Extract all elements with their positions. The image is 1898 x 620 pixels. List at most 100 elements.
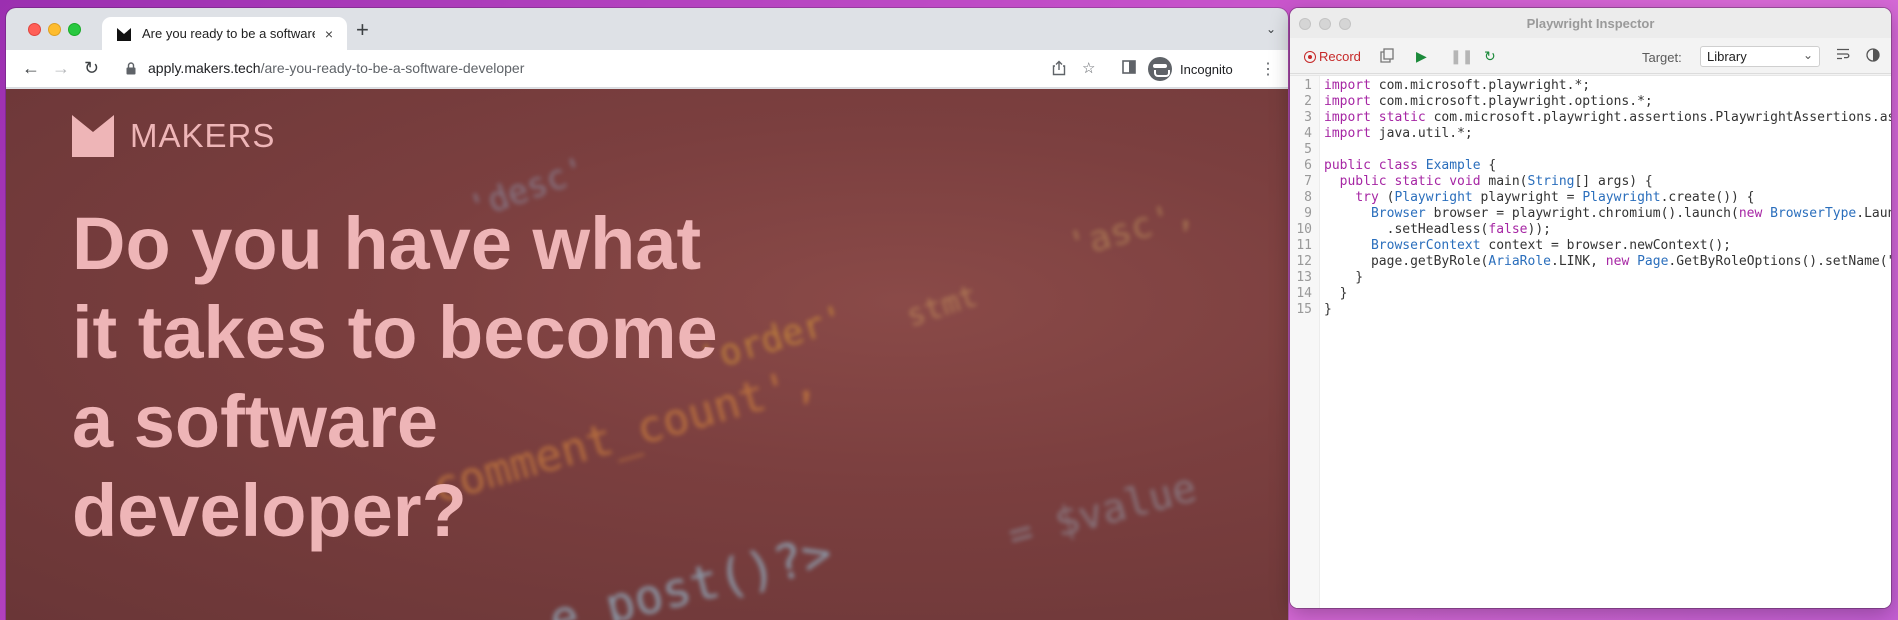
code-token: new [1605, 254, 1638, 269]
tab-strip: Are you ready to be a software developer… [6, 8, 1288, 50]
code-token: java.util.*; [1378, 126, 1473, 141]
code-token: try [1355, 190, 1387, 205]
line-number: 15 [1296, 302, 1312, 317]
code-token: com.microsoft.playwright.assertions.Play… [1433, 110, 1891, 125]
code-token: com.microsoft.playwright.*; [1378, 78, 1591, 93]
code-token: import static [1324, 110, 1434, 125]
step-over-icon[interactable]: ↻ [1484, 48, 1496, 64]
code-line: 5 [1290, 142, 1891, 158]
tab-close-icon[interactable]: × [321, 26, 337, 42]
browser-toolbar: ← → ↻ apply.makers.tech/are-you-ready-to… [6, 50, 1288, 88]
target-select[interactable]: Library ⌄ [1700, 46, 1820, 67]
generated-code: 1 import com.microsoft.playwright.*; 2 impo… [1290, 78, 1891, 318]
code-token: Example [1425, 158, 1481, 173]
chevron-down-icon: ⌄ [1802, 48, 1813, 62]
background-code-text: stmt [902, 278, 982, 335]
makers-logo-icon [72, 115, 114, 157]
resume-play-icon[interactable]: ▶ [1416, 48, 1427, 64]
tab-active[interactable]: Are you ready to be a software developer… [102, 17, 347, 50]
url-path: /are-you-ready-to-be-a-software-develope… [260, 60, 525, 76]
new-tab-button[interactable]: + [356, 19, 369, 41]
code-token: BrowserContext [1370, 238, 1481, 253]
code-line: 9 Browser browser = playwright.chromium(… [1290, 206, 1891, 222]
code-token: .setHeadless( [1324, 222, 1489, 237]
maximize-window-button[interactable] [68, 23, 81, 36]
reload-icon[interactable]: ↻ [84, 57, 99, 79]
chevron-down-icon[interactable]: ⌄ [1266, 22, 1276, 36]
inspector-toolbar: Record ▶ ❚❚ ↻ Target: Library ⌄ [1290, 38, 1891, 74]
line-number: 3 [1304, 110, 1312, 125]
background-code-text: 'asc', [1062, 191, 1200, 268]
line-number: 13 [1296, 270, 1312, 285]
code-token: { [1480, 158, 1497, 173]
line-number: 6 [1304, 158, 1312, 173]
code-token: String [1527, 174, 1575, 189]
line-number: 10 [1296, 222, 1312, 237]
incognito-indicator[interactable]: Incognito [1148, 56, 1233, 82]
code-token: } [1324, 286, 1348, 301]
target-label: Target: [1642, 50, 1682, 65]
code-line: 4 import java.util.*; [1290, 126, 1891, 142]
code-token: .create()) { [1660, 190, 1755, 205]
target-select-value: Library [1707, 49, 1747, 64]
code-token: context = browser.newContext(); [1480, 238, 1731, 253]
code-line: 3 import static com.microsoft.playwright.… [1290, 110, 1891, 126]
line-number: 5 [1304, 142, 1312, 157]
code-token: page.getByRole( [1324, 254, 1489, 269]
code-token: Page [1637, 254, 1669, 269]
line-number: 11 [1296, 238, 1312, 253]
line-number: 8 [1304, 190, 1312, 205]
record-button[interactable]: Record [1319, 49, 1361, 64]
code-line: 13 } [1290, 270, 1891, 286]
line-number: 9 [1304, 206, 1312, 221]
minimize-window-button[interactable] [48, 23, 61, 36]
code-line: 2 import com.microsoft.playwright.options… [1290, 94, 1891, 110]
code-token: import [1324, 126, 1379, 141]
lock-icon[interactable] [126, 62, 136, 75]
pause-icon[interactable]: ❚❚ [1450, 48, 1473, 64]
bookmark-star-icon[interactable]: ☆ [1082, 60, 1095, 78]
incognito-label: Incognito [1180, 61, 1233, 77]
code-token: false [1488, 222, 1528, 237]
code-token: import [1324, 94, 1379, 109]
code-line: 6 public class Example { [1290, 158, 1891, 174]
incognito-icon [1148, 57, 1172, 81]
makers-logo[interactable]: MAKERS [72, 115, 275, 157]
side-panel-icon[interactable] [1122, 60, 1136, 74]
code-line: 1 import com.microsoft.playwright.*; [1290, 78, 1891, 94]
code-token: Playwright [1582, 190, 1661, 205]
logo-text: MAKERS [130, 117, 276, 154]
browser-menu-icon[interactable]: ⋮ [1260, 59, 1276, 79]
code-token: Playwright [1394, 190, 1473, 205]
code-editor[interactable]: 1 import com.microsoft.playwright.*; 2 impo… [1290, 75, 1891, 608]
code-line: 8 try (Playwright playwright = Playwrigh… [1290, 190, 1891, 206]
code-token: [] args) { [1574, 174, 1653, 189]
code-line: 14 } [1290, 286, 1891, 302]
code-token: )); [1527, 222, 1551, 237]
code-line: 15} [1290, 302, 1891, 318]
code-token: Browser [1370, 206, 1426, 221]
page-content: comment_count', 'order' e_post()?> stmt … [6, 89, 1288, 620]
close-window-button[interactable] [28, 23, 41, 36]
playwright-inspector-window: Playwright Inspector Record ▶ ❚❚ ↻ Targe… [1290, 8, 1891, 608]
code-token: .GetByRoleOptions().setName("Cookie sett… [1668, 254, 1891, 269]
code-token: .LaunchOptions() [1856, 206, 1891, 221]
makers-favicon-icon [117, 27, 131, 41]
address-bar[interactable]: apply.makers.tech/are-you-ready-to-be-a-… [148, 60, 524, 76]
copy-icon[interactable] [1380, 48, 1394, 63]
inspector-titlebar: Playwright Inspector [1290, 8, 1891, 38]
line-number: 4 [1304, 126, 1312, 141]
code-line: 12 page.getByRole(AriaRole.LINK, new Pag… [1290, 254, 1891, 270]
wrap-lines-icon[interactable] [1836, 48, 1850, 60]
theme-toggle-icon[interactable] [1866, 48, 1880, 62]
record-icon[interactable] [1304, 51, 1316, 63]
code-token: AriaRole [1488, 254, 1551, 269]
code-token: browser = playwright.chromium().launch( [1425, 206, 1739, 221]
share-icon[interactable] [1052, 60, 1066, 76]
back-arrow-icon[interactable]: ← [22, 57, 40, 79]
forward-arrow-icon[interactable]: → [52, 57, 70, 79]
code-token: .LINK, [1551, 254, 1606, 269]
